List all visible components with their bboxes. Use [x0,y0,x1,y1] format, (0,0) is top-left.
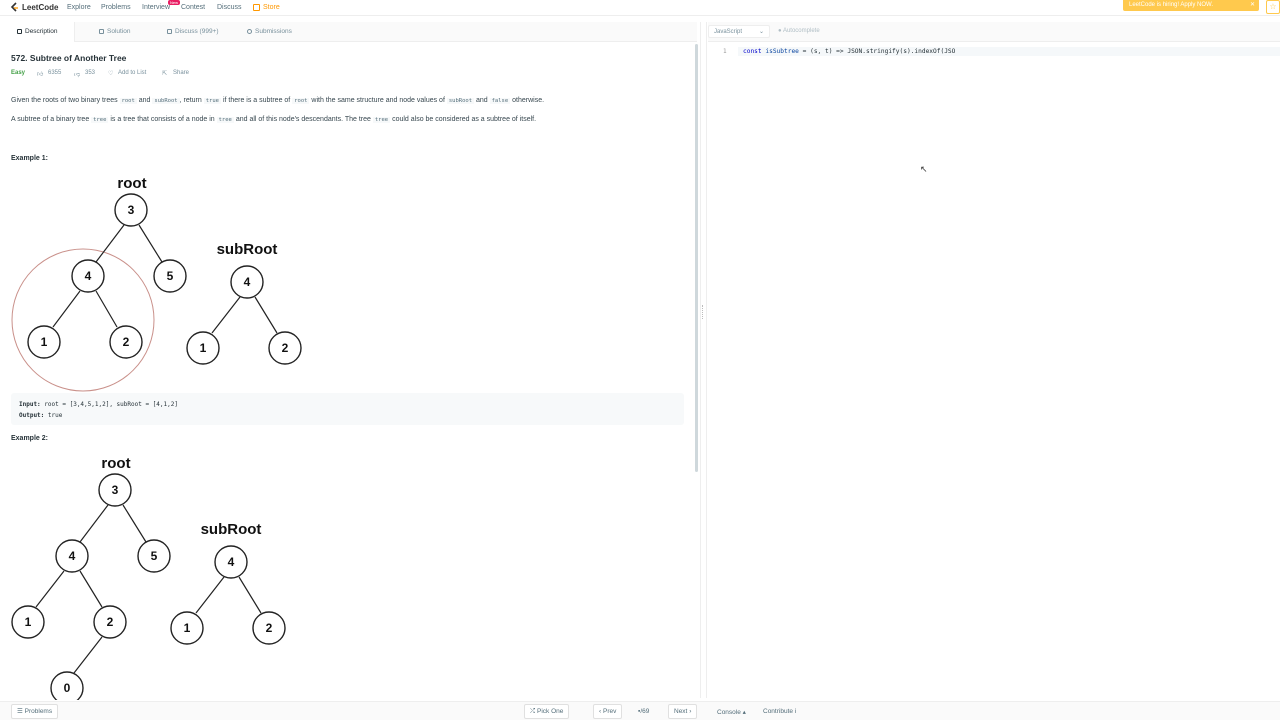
tree-node-value: 2 [282,341,289,355]
root-label: root [117,175,146,192]
tree-node-value: 1 [184,621,191,635]
tree-node-value: 1 [200,341,207,355]
button-label: Pick One [537,708,564,715]
tree-node-value: 2 [123,335,130,349]
next-button[interactable]: Next › [668,704,698,719]
input-value: root = [3,4,5,1,2], subRoot = [4,1,2] [44,401,178,408]
autocomplete-label: Autocomplete [782,28,820,34]
info-icon: ● [778,28,782,34]
example-2-root-label: root [101,455,130,472]
button-label: Problems [24,708,53,715]
chevron-down-icon: ⌄ [758,29,764,35]
hiring-banner[interactable]: LeetCode is hiring! Apply NOW. ✕ [1123,0,1259,11]
code-rest: = (s, t) => JSON.stringify(s).indexOf(JS… [802,47,956,55]
tree-node-value: 3 [112,483,119,497]
example-2-heading: Example 2: [11,435,48,442]
pick-one-button[interactable]: ⤮ Pick One [524,704,570,719]
example-1-tree-diagram: root subRoot 3 4 5 1 2 4 1 2 root subRoo… [11,175,302,700]
autocomplete-toggle[interactable]: ● Autocomplete [778,28,820,34]
code-identifier: isSubtree [765,47,799,55]
chevron-left-icon: ‹ [599,708,602,715]
tree-node-value: 3 [128,203,135,217]
page-indicator[interactable]: ▪/69 [638,708,649,715]
mouse-cursor-icon: ↖ [920,164,928,174]
pane-divider[interactable] [700,22,707,698]
button-label: Next [674,708,688,715]
tree-node-value: 1 [41,335,48,349]
button-label: Contribute [763,708,793,715]
description-scrollbar[interactable] [695,44,698,472]
shuffle-icon: ⤮ [530,708,536,715]
tree-node-value: 4 [244,275,251,289]
tree-node-value: 1 [25,615,32,629]
info-icon: i [794,708,797,715]
tree-node-value: 2 [107,615,114,629]
tree-node-value: 4 [85,269,92,283]
tree-node-value: 0 [64,681,71,695]
problems-button[interactable]: ☰ Problems [11,704,59,719]
code-keyword: const [743,47,762,55]
tree-node-value: 4 [228,555,235,569]
console-button[interactable]: Console ▴ [717,708,746,716]
tree-node-value: 5 [151,549,158,563]
contribute-button[interactable]: Contribute i [763,708,796,715]
root-tree-nodes [27,193,302,365]
example-2-subroot-label: subRoot [201,521,262,538]
button-label: Prev [602,708,617,715]
chevron-right-icon: › [689,708,692,715]
button-label: Console [717,709,741,716]
line-number: 1 [723,48,727,55]
tree-node-value: 4 [69,549,76,563]
star-icon[interactable]: ☆ [1266,0,1280,14]
prev-button[interactable]: ‹ Prev [593,704,623,719]
drag-handle[interactable] [702,305,704,319]
tree-node-value: 2 [266,621,273,635]
tree-node-value: 5 [167,269,174,283]
example-2-nodes [11,473,286,700]
chevron-up-icon: ▴ [742,709,746,716]
code-editor-line[interactable]: const isSubtree = (s, t) => JSON.stringi… [743,48,955,55]
list-icon: ☰ [17,708,23,715]
page-label: /69 [640,708,650,715]
language-value: JavaScript [714,29,743,35]
input-label: Input: [19,401,41,408]
hiring-text: LeetCode is hiring! Apply NOW. [1129,2,1214,8]
language-select[interactable]: JavaScript ⌄ [708,25,770,38]
example-1-io-block: Input: root = [3,4,5,1,2], subRoot = [4,… [11,393,684,425]
output-label: Output: [19,411,45,419]
output-value: true [47,411,63,419]
subroot-label: subRoot [217,241,278,258]
close-icon[interactable]: ✕ [1250,0,1255,11]
